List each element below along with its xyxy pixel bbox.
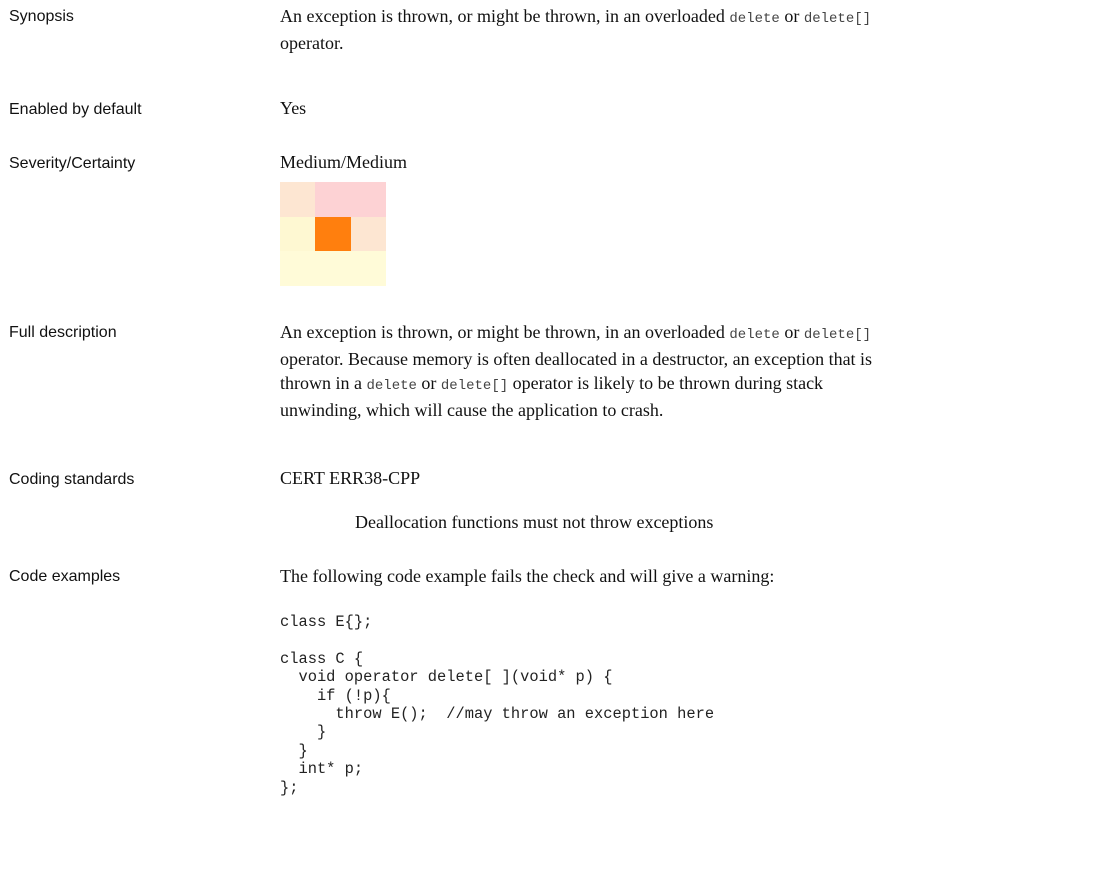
severity-grid-cell bbox=[350, 182, 386, 217]
synopsis-text-part: or bbox=[779, 6, 804, 26]
severity-grid-cell bbox=[280, 251, 316, 286]
severity-grid-cell bbox=[315, 216, 351, 252]
full-description-part: An exception is thrown, or might be thro… bbox=[280, 322, 730, 342]
synopsis-line-2: operator. bbox=[280, 33, 344, 53]
code-delete-array: delete[] bbox=[440, 378, 509, 394]
coding-standard-id: CERT ERR38-CPP bbox=[280, 468, 421, 488]
code-delete-array: delete[] bbox=[803, 11, 872, 27]
severity-label: Severity/Certainty bbox=[9, 155, 136, 172]
enabled-label: Enabled by default bbox=[9, 101, 142, 118]
synopsis-text: An exception is thrown, or might be thro… bbox=[280, 4, 871, 55]
code-examples-label: Code examples bbox=[9, 568, 121, 585]
synopsis-text-part: An exception is thrown, or might be thro… bbox=[280, 6, 730, 26]
coding-standard-rule: Deallocation functions must not throw ex… bbox=[355, 512, 714, 532]
synopsis-line-1: An exception is thrown, or might be thro… bbox=[280, 4, 871, 31]
full-description-text: An exception is thrown, or might be thro… bbox=[280, 320, 872, 422]
full-description-part: or bbox=[779, 322, 804, 342]
code-delete: delete bbox=[729, 327, 780, 343]
full-description-line-2: operator. Because memory is often deallo… bbox=[280, 349, 873, 369]
synopsis-label: Synopsis bbox=[9, 8, 74, 25]
code-examples-intro: The following code example fails the che… bbox=[280, 566, 775, 586]
full-description-label: Full description bbox=[9, 324, 117, 341]
severity-grid-cell bbox=[350, 216, 386, 252]
severity-grid-cell bbox=[280, 216, 316, 252]
full-description-line-3: thrown in a delete or delete[] operator … bbox=[280, 371, 872, 398]
severity-grid-cell bbox=[280, 182, 316, 217]
full-description-part: thrown in a bbox=[280, 373, 367, 393]
code-example-block: class E{}; class C { void operator delet… bbox=[280, 613, 715, 797]
severity-grid-cell bbox=[315, 251, 351, 286]
document-page: Synopsis An exception is thrown, or migh… bbox=[0, 0, 1107, 874]
code-delete-array: delete[] bbox=[803, 327, 872, 343]
severity-grid-cell bbox=[315, 182, 351, 217]
full-description-part: or bbox=[416, 373, 441, 393]
severity-certainty-grid bbox=[280, 182, 386, 286]
enabled-value: Yes bbox=[280, 98, 307, 118]
severity-value: Medium/Medium bbox=[280, 152, 407, 172]
full-description-line-1: An exception is thrown, or might be thro… bbox=[280, 320, 872, 347]
coding-standards-label: Coding standards bbox=[9, 471, 135, 488]
full-description-part: operator is likely to be thrown during s… bbox=[508, 373, 824, 393]
severity-grid-cell bbox=[350, 251, 386, 286]
code-delete: delete bbox=[729, 11, 780, 27]
full-description-line-4: unwinding, which will cause the applicat… bbox=[280, 400, 664, 420]
code-delete: delete bbox=[366, 378, 417, 394]
